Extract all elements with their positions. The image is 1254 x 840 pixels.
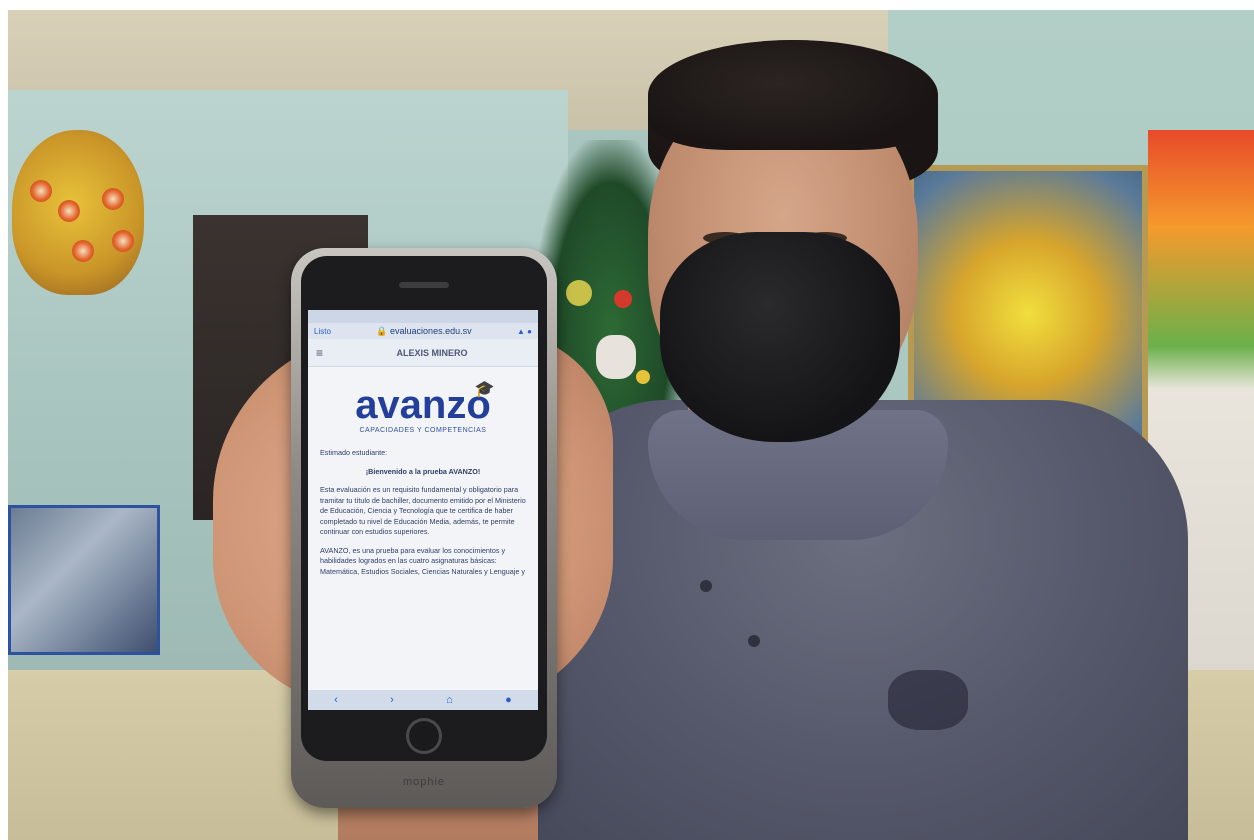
refresh-icon[interactable]: ● — [527, 327, 532, 336]
decorative-vase — [12, 130, 144, 295]
browser-url-bar[interactable]: Listo 🔒 evaluaciones.edu.sv ▲ ● — [308, 323, 538, 339]
brand-logo: avanzo 🎓 CAPACIDADES Y COMPETENCIAS — [308, 367, 538, 434]
phone-screen: Listo 🔒 evaluaciones.edu.sv ▲ ● ≡ ALEXIS… — [308, 310, 538, 710]
paragraph-2: AVANZO, es una prueba para evaluar los c… — [320, 545, 525, 576]
photo-scene: mophie Listo 🔒 evaluaciones.edu.sv ▲ ● ≡… — [8, 10, 1254, 840]
brand-name: avanzo — [355, 383, 491, 427]
url-text: 🔒 evaluaciones.edu.sv — [376, 325, 472, 336]
graduation-cap-icon: 🎓 — [474, 381, 495, 398]
text-size-icon[interactable]: ▲ — [517, 327, 525, 336]
welcome-text: ¡Bienvenido a la prueba AVANZO! — [365, 466, 481, 476]
vase-flower-icon — [102, 188, 124, 210]
ornament — [566, 280, 592, 306]
wall-poster — [8, 505, 160, 655]
face-mask — [660, 232, 900, 442]
ornament — [636, 370, 650, 384]
browser-action-icons[interactable]: ▲ ● — [517, 327, 532, 336]
forward-icon[interactable]: › — [390, 694, 394, 706]
shirt-button — [748, 635, 760, 647]
user-name: ALEXIS MINERO — [396, 347, 468, 358]
shirt-logo — [888, 670, 968, 730]
home-icon[interactable]: ⌂ — [446, 694, 453, 706]
vase-flower-icon — [30, 180, 52, 202]
case-brand: mophie — [402, 776, 446, 788]
greeting-text: Estimado estudiante: — [320, 448, 388, 457]
status-bar — [308, 310, 538, 323]
circle-icon[interactable]: ● — [505, 694, 512, 706]
paragraph-1: Esta evaluación es un requisito fundamen… — [320, 485, 526, 536]
home-button[interactable] — [406, 718, 442, 754]
vase-flower-icon — [58, 200, 80, 222]
done-button[interactable]: Listo — [314, 327, 331, 336]
vase-flower-icon — [72, 240, 94, 262]
hair-top — [648, 40, 938, 150]
santa-figure — [596, 335, 636, 379]
app-header: ≡ ALEXIS MINERO — [308, 339, 538, 367]
shirt-button — [700, 580, 712, 592]
brand-tagline: CAPACIDADES Y COMPETENCIAS — [359, 427, 487, 434]
ornament — [614, 290, 632, 308]
browser-nav-bar: ‹ › ⌂ ● — [308, 690, 538, 710]
back-icon[interactable]: ‹ — [334, 694, 338, 706]
welcome-content: Estimado estudiante: ¡Bienvenido a la pr… — [308, 434, 538, 577]
vase-flower-icon — [112, 230, 134, 252]
earpiece-speaker — [399, 282, 449, 288]
smartphone: mophie Listo 🔒 evaluaciones.edu.sv ▲ ● ≡… — [291, 248, 557, 808]
hamburger-menu-icon[interactable]: ≡ — [316, 346, 334, 360]
